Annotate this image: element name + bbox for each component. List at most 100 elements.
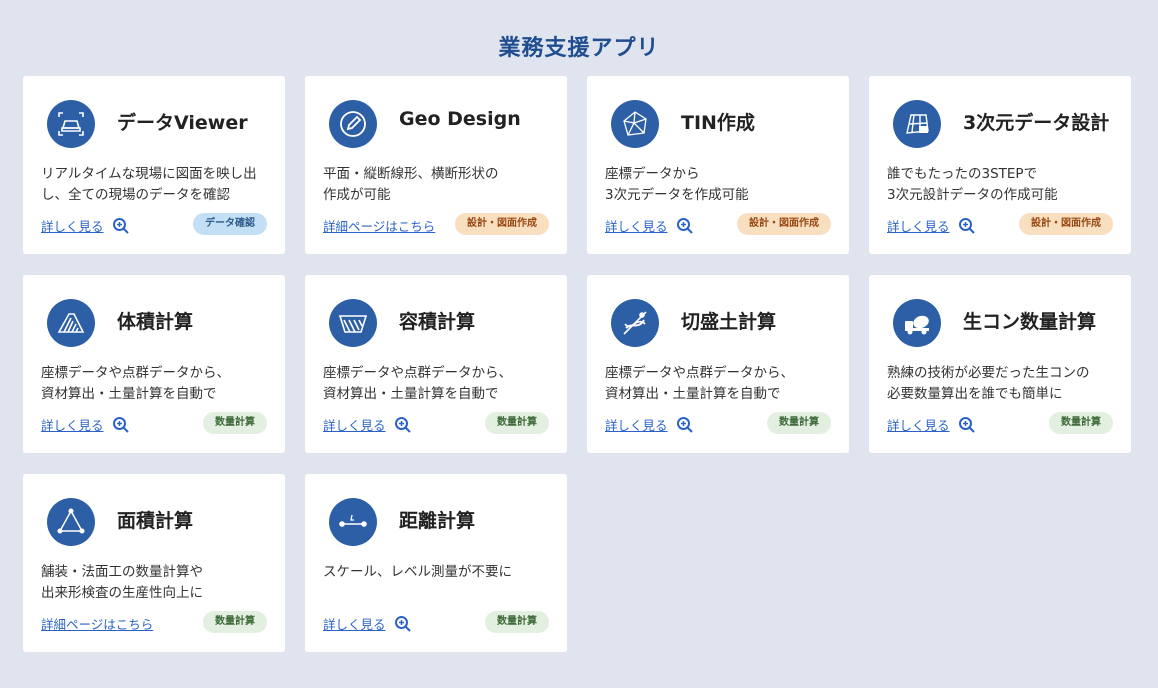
app-card-volume[interactable]: 体積計算 座標データや点群データから、 資材算出・土量計算を自動で 詳しく見る … [23,275,285,453]
zoom-in-icon [676,416,693,433]
category-badge: 設計・図面作成 [1019,213,1113,235]
desc-line: 平面・縦断線形、横断形状の [323,166,499,182]
desc-line: 熟練の技術が必要だった生コンの [887,365,1090,381]
area-triangle-icon [47,498,95,546]
zoom-in-icon [958,416,975,433]
details-link-label: 詳しく見る [887,219,950,234]
app-card-cut-fill[interactable]: 切盛土計算 座標データや点群データから、 資材算出・土量計算を自動で 詳しく見る… [587,275,849,453]
distance-icon [329,498,377,546]
app-card-capacity[interactable]: 容積計算 座標データや点群データから、 資材算出・土量計算を自動で 詳しく見る … [305,275,567,453]
details-link[interactable]: 詳細ページはこちら [323,216,435,235]
details-link-label: 詳しく見る [887,418,950,433]
details-link[interactable]: 詳しく見る [605,216,694,235]
desc-line: 資材算出・土量計算を自動で [41,386,217,402]
details-link[interactable]: 詳しく見る [605,415,694,434]
details-link-label: 詳細ページはこちら [41,617,154,632]
desc-line: 座標データや点群データから、 [323,365,512,381]
details-link-label: 詳しく見る [323,617,386,632]
category-badge: 数量計算 [1049,412,1113,434]
zoom-in-icon [394,416,411,433]
volume-icon [47,299,95,347]
tin-mesh-icon [611,100,659,148]
app-card-concrete[interactable]: 生コン数量計算 熟練の技術が必要だった生コンの 必要数量算出を誰でも簡単に 詳し… [869,275,1131,453]
card-title: データViewer [117,112,248,134]
card-description: 座標データや点群データから、 資材算出・土量計算を自動で [323,363,555,405]
app-card-distance[interactable]: 距離計算 スケール、レベル測量が不要に 詳しく見る 数量計算 [305,474,567,652]
card-title: 容積計算 [399,311,476,333]
details-link-label: 詳しく見る [605,219,668,234]
card-description: 座標データや点群データから、 資材算出・土量計算を自動で [605,363,837,405]
details-link-label: 詳しく見る [323,418,386,433]
details-link-label: 詳しく見る [41,219,104,234]
desc-line: 必要数量算出を誰でも簡単に [887,386,1063,402]
desc-line: し、全ての現場のデータを確認 [41,187,230,203]
zoom-in-icon [676,217,693,234]
desc-line: 誰でもたったの3STEPで [887,166,1038,182]
app-card-area[interactable]: 面積計算 舗装・法面工の数量計算や 出来形検査の生産性向上に 詳細ページはこちら… [23,474,285,652]
page-title: 業務支援アプリ [498,36,660,61]
card-title: 面積計算 [117,510,194,532]
zoom-in-icon [394,615,411,632]
card-title: 切盛土計算 [681,311,777,333]
category-badge: 数量計算 [485,611,549,633]
desc-line: 座標データや点群データから、 [41,365,230,381]
3d-design-icon [893,100,941,148]
desc-line: 資材算出・土量計算を自動で [605,386,781,402]
card-title: TIN作成 [681,112,755,134]
category-badge: 設計・図面作成 [737,213,831,235]
details-link[interactable]: 詳しく見る [41,216,130,235]
card-description: 平面・縦断線形、横断形状の 作成が可能 [323,164,555,206]
cut-fill-icon [611,299,659,347]
category-badge: 数量計算 [767,412,831,434]
app-card-geo-design[interactable]: Geo Design 平面・縦断線形、横断形状の 作成が可能 詳細ページはこちら… [305,76,567,254]
desc-line: 作成が可能 [323,187,391,203]
desc-line: 座標データから [605,166,700,182]
desc-line: 出来形検査の生産性向上に [41,585,203,601]
card-description: 座標データから 3次元データを作成可能 [605,164,837,206]
desc-line: 舗装・法面工の数量計算や [41,564,203,580]
app-card-tin[interactable]: TIN作成 座標データから 3次元データを作成可能 詳しく見る 設計・図面作成 [587,76,849,254]
page: 業務支援アプリ データViewer リアルタイムな現場に図面を映し出 し、全ての… [0,0,1158,688]
card-title: 3次元データ設計 [963,112,1110,134]
details-link[interactable]: 詳しく見る [887,415,976,434]
card-description: スケール、レベル測量が不要に [323,562,555,583]
card-title: 距離計算 [399,510,476,532]
card-description: 誰でもたったの3STEPで 3次元設計データの作成可能 [887,164,1119,206]
category-badge: 数量計算 [203,611,267,633]
card-description: リアルタイムな現場に図面を映し出 し、全ての現場のデータを確認 [41,164,273,206]
details-link-label: 詳しく見る [41,418,104,433]
category-badge: データ確認 [193,213,267,235]
app-card-3d-design[interactable]: 3次元データ設計 誰でもたったの3STEPで 3次元設計データの作成可能 詳しく… [869,76,1131,254]
desc-line: 3次元データを作成可能 [605,187,749,203]
app-card-data-viewer[interactable]: データViewer リアルタイムな現場に図面を映し出 し、全ての現場のデータを確… [23,76,285,254]
app-grid: データViewer リアルタイムな現場に図面を映し出 し、全ての現場のデータを確… [23,76,1131,652]
card-title: 体積計算 [117,311,194,333]
details-link[interactable]: 詳しく見る [323,415,412,434]
category-badge: 数量計算 [485,412,549,434]
category-badge: 数量計算 [203,412,267,434]
zoom-in-icon [112,416,129,433]
card-description: 舗装・法面工の数量計算や 出来形検査の生産性向上に [41,562,273,604]
desc-line: リアルタイムな現場に図面を映し出 [41,166,257,182]
zoom-in-icon [958,217,975,234]
desc-line: 資材算出・土量計算を自動で [323,386,499,402]
card-description: 熟練の技術が必要だった生コンの 必要数量算出を誰でも簡単に [887,363,1119,405]
details-link[interactable]: 詳しく見る [323,614,412,633]
details-link[interactable]: 詳しく見る [887,216,976,235]
capacity-icon [329,299,377,347]
zoom-in-icon [112,217,129,234]
desc-line: 3次元設計データの作成可能 [887,187,1058,203]
details-link[interactable]: 詳細ページはこちら [41,614,153,633]
card-title: 生コン数量計算 [963,311,1097,333]
desc-line: スケール、レベル測量が不要に [323,564,512,580]
card-description: 座標データや点群データから、 資材算出・土量計算を自動で [41,363,273,405]
category-badge: 設計・図面作成 [455,213,549,235]
pencil-icon [329,100,377,148]
viewer-icon [47,100,95,148]
details-link-label: 詳細ページはこちら [323,219,436,234]
details-link[interactable]: 詳しく見る [41,415,130,434]
details-link-label: 詳しく見る [605,418,668,433]
card-title: Geo Design [399,108,521,130]
desc-line: 座標データや点群データから、 [605,365,794,381]
concrete-mixer-icon [893,299,941,347]
